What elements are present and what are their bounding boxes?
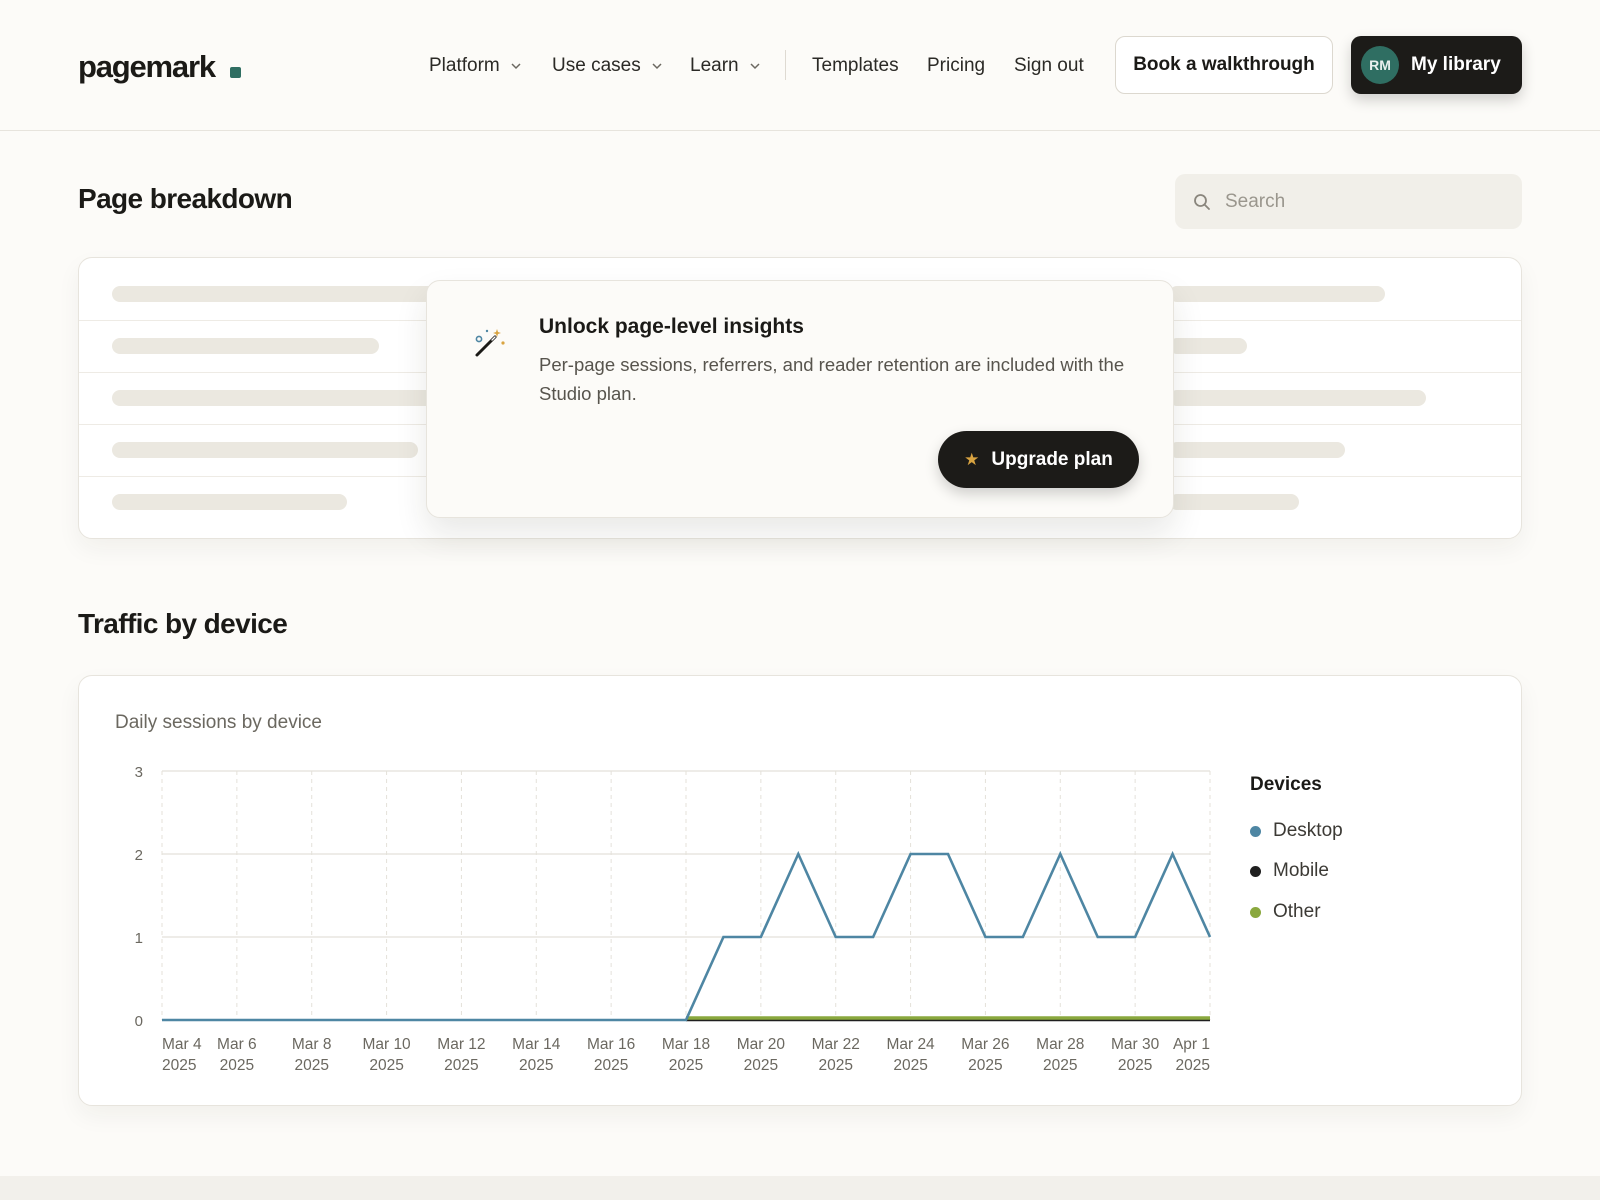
brand-logo[interactable]: pagemark [78, 47, 216, 87]
upgrade-plan-button[interactable]: ★ Upgrade plan [938, 431, 1139, 488]
line-chart[interactable]: 0 1 2 3 Mar 4 2025 Mar 6 2025 Mar 8 2025 Mar 10 202… [79, 676, 1219, 1096]
x-tick-label: Mar 6 [217, 1036, 257, 1053]
magic-wand-icon [475, 329, 505, 357]
x-tick-label: Mar 16 [587, 1036, 635, 1053]
skeleton-bar [112, 390, 442, 406]
skeleton-bar [112, 338, 379, 354]
legend-item-other[interactable]: Other [1250, 901, 1321, 923]
legend-dot-icon [1250, 906, 1261, 918]
skeleton-bar [112, 286, 442, 302]
x-tick-label: Mar 20 [737, 1036, 786, 1053]
x-tick-year-label: 2025 [1176, 1057, 1210, 1074]
footer-band [0, 1176, 1600, 1200]
x-tick-year-label: 2025 [744, 1057, 778, 1074]
x-tick-year-label: 2025 [594, 1057, 628, 1074]
x-tick-label: Mar 12 [437, 1036, 485, 1053]
legend-label: Desktop [1273, 820, 1343, 841]
legend-label: Other [1273, 901, 1321, 922]
x-tick-year-label: 2025 [519, 1057, 553, 1074]
page-breakdown-title: Page breakdown [78, 183, 293, 214]
x-tick-year-label: 2025 [444, 1057, 478, 1074]
x-tick-label: Mar 28 [1036, 1036, 1084, 1053]
x-tick-label: Mar 26 [961, 1036, 1009, 1053]
search-input[interactable] [1225, 190, 1505, 213]
x-tick-label: Mar 10 [362, 1036, 411, 1053]
chevron-down-icon [652, 63, 662, 70]
legend-dot-icon [1250, 825, 1261, 837]
logo-dot-icon [230, 67, 241, 78]
chevron-down-icon [750, 63, 760, 70]
nav-use-cases[interactable]: Use cases [552, 52, 663, 80]
y-tick-label: 3 [135, 764, 143, 781]
nav-divider [785, 50, 786, 80]
my-library-label: My library [1411, 54, 1501, 75]
x-tick-year-label: 2025 [294, 1057, 328, 1074]
traffic-by-device-title: Traffic by device [78, 608, 288, 639]
nav-platform[interactable]: Platform [429, 52, 522, 80]
legend-dot-icon [1250, 865, 1261, 877]
legend-item-mobile[interactable]: Mobile [1250, 860, 1329, 882]
my-library-button[interactable]: RM My library [1351, 36, 1522, 94]
traffic-chart-card: Daily sessions by device 0 1 2 3 Mar 4 2025 Ma… [78, 675, 1522, 1106]
y-tick-label: 2 [135, 847, 143, 864]
chevron-down-icon [511, 63, 521, 70]
x-tick-label: Mar 14 [512, 1036, 561, 1053]
legend-title: Devices [1250, 774, 1322, 795]
nav-use-cases-label: Use cases [552, 55, 641, 76]
avatar: RM [1361, 46, 1399, 84]
x-tick-year-label: 2025 [162, 1057, 196, 1074]
legend-item-desktop[interactable]: Desktop [1250, 820, 1343, 842]
nav-pricing[interactable]: Pricing [927, 52, 985, 80]
skeleton-bar [1169, 286, 1385, 302]
search-box[interactable] [1175, 174, 1522, 229]
y-tick-label: 0 [135, 1013, 143, 1030]
search-icon [1194, 193, 1210, 210]
skeleton-bar [112, 494, 347, 510]
x-tick-label: Mar 18 [662, 1036, 710, 1053]
x-tick-label: Mar 4 [162, 1036, 202, 1053]
x-tick-year-label: 2025 [669, 1057, 703, 1074]
skeleton-bar [1169, 494, 1299, 510]
book-walkthrough-button[interactable]: Book a walkthrough [1115, 36, 1333, 94]
nav-templates[interactable]: Templates [812, 52, 899, 80]
x-tick-label: Mar 24 [886, 1036, 935, 1053]
nav-learn[interactable]: Learn [690, 52, 761, 80]
upgrade-upsell-card: Unlock page-level insights Per-page sess… [426, 280, 1174, 518]
skeleton-bar [1169, 338, 1247, 354]
upsell-description: Per-page sessions, referrers, and reader… [539, 354, 1125, 404]
nav-learn-label: Learn [690, 55, 739, 76]
x-tick-label: Mar 22 [812, 1036, 860, 1053]
upgrade-plan-label: Upgrade plan [991, 448, 1113, 470]
nav-platform-label: Platform [429, 55, 500, 76]
x-tick-year-label: 2025 [968, 1057, 1002, 1074]
x-tick-label: Mar 8 [292, 1036, 332, 1053]
skeleton-bar [1169, 390, 1426, 406]
x-tick-year-label: 2025 [1043, 1057, 1077, 1074]
skeleton-bar [112, 442, 418, 458]
star-icon: ★ [964, 449, 980, 469]
x-tick-label: Mar 30 [1111, 1036, 1160, 1053]
upsell-title: Unlock page-level insights [539, 315, 804, 338]
x-tick-label: Apr 1 [1173, 1036, 1210, 1053]
x-tick-year-label: 2025 [369, 1057, 403, 1074]
x-tick-year-label: 2025 [893, 1057, 927, 1074]
x-tick-year-label: 2025 [1118, 1057, 1152, 1074]
x-tick-year-label: 2025 [818, 1057, 852, 1074]
skeleton-bar [1169, 442, 1345, 458]
top-navigation: pagemark Platform Use cases Learn Templa… [0, 0, 1600, 131]
legend-label: Mobile [1273, 860, 1329, 881]
y-tick-label: 1 [135, 930, 143, 947]
nav-sign-out[interactable]: Sign out [1014, 52, 1084, 80]
x-tick-year-label: 2025 [220, 1057, 254, 1074]
